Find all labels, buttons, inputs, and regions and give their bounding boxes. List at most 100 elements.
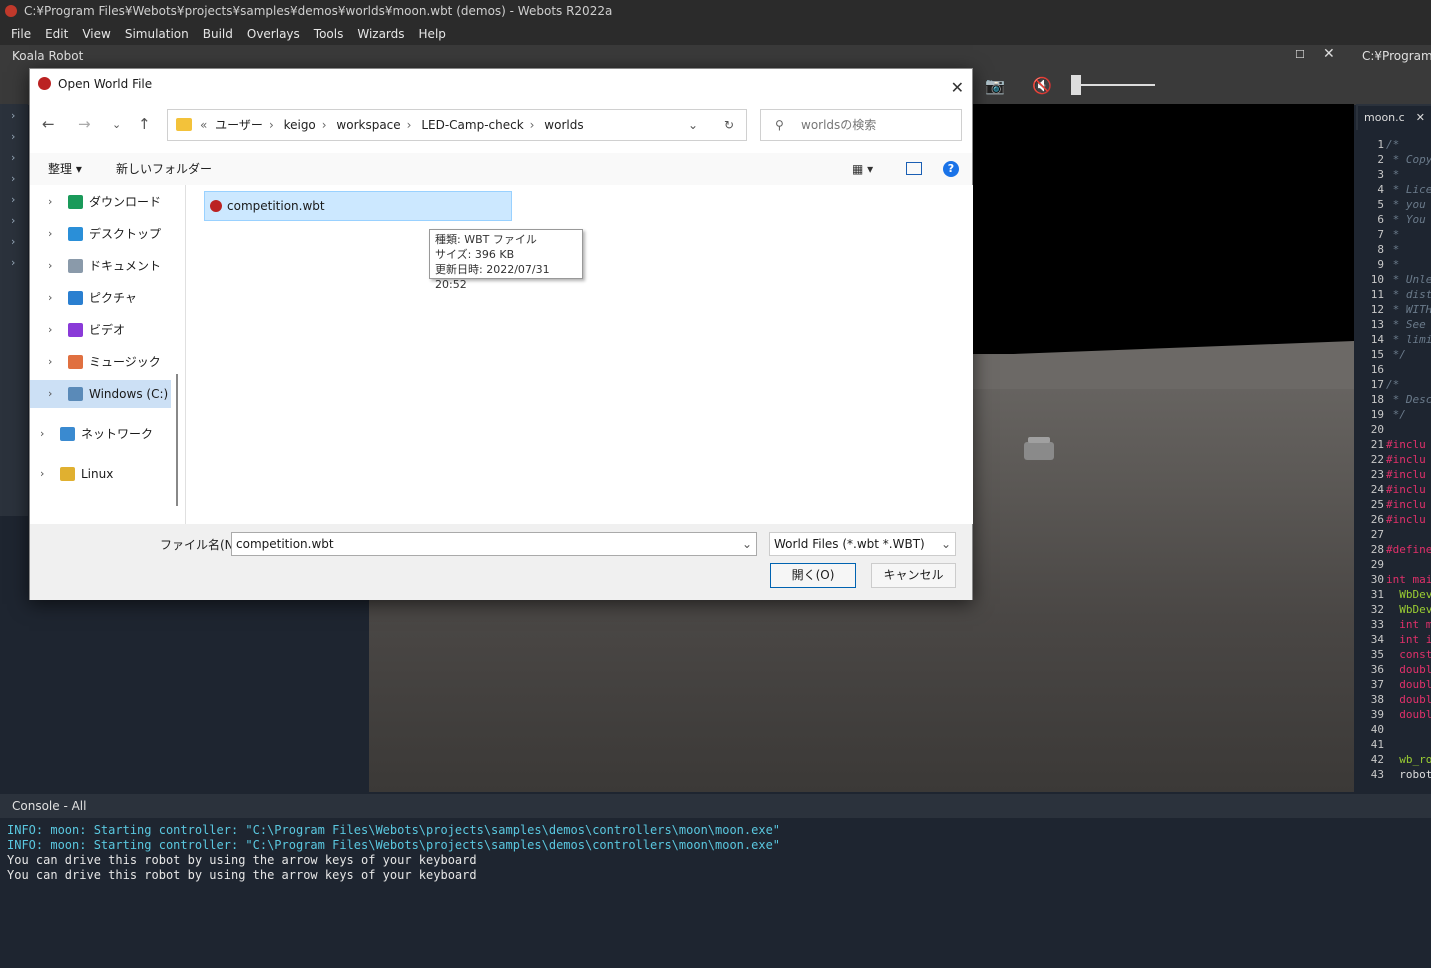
help-icon[interactable]: ? xyxy=(943,161,959,177)
line-number: 40 xyxy=(1370,723,1384,736)
console-output[interactable]: INFO: moon: Starting controller: "C:\Pro… xyxy=(0,818,1431,968)
nav-item-label: ミュージック xyxy=(89,355,161,369)
code-line: * xyxy=(1386,168,1400,181)
menu-item[interactable]: Build xyxy=(196,27,240,41)
chevron-right-icon[interactable]: › xyxy=(11,130,15,143)
volume-slider[interactable] xyxy=(1075,84,1155,86)
open-button[interactable]: 開く(O) xyxy=(770,563,856,588)
forward-arrow-icon[interactable]: → xyxy=(78,115,91,133)
maximize-icon[interactable]: ☐ xyxy=(1295,48,1305,61)
breadcrumb-item[interactable]: workspace xyxy=(336,118,400,132)
line-number: 32 xyxy=(1370,603,1384,616)
menu-item[interactable]: File xyxy=(4,27,38,41)
nav-item[interactable]: › Linux xyxy=(30,460,171,488)
filename-field[interactable]: competition.wbt ⌄ xyxy=(231,532,757,556)
scene-tree-row[interactable]: › xyxy=(0,232,28,252)
volume-slider-thumb[interactable] xyxy=(1071,75,1081,95)
code-line: int mai xyxy=(1386,573,1431,586)
chevron-right-icon[interactable]: › xyxy=(48,220,52,248)
scene-tree[interactable]: › › › › › › › › xyxy=(0,104,28,516)
nav-item[interactable]: › ネットワーク xyxy=(30,420,171,448)
close-icon[interactable]: ✕ xyxy=(1323,46,1335,62)
file-item[interactable]: competition.wbt xyxy=(204,191,512,221)
code-editor[interactable]: 1/* 2 * Copy 3 * 4 * Lice 5 * you 6 * You 7 * 8… xyxy=(1356,130,1431,786)
preview-pane-icon[interactable] xyxy=(906,162,922,175)
chevron-right-icon[interactable]: › xyxy=(11,256,15,269)
breadcrumb-item[interactable]: ユーザー xyxy=(215,118,263,132)
chevron-right-icon[interactable]: › xyxy=(48,348,52,376)
navigation-pane: › ダウンロード › デスクトップ › ドキュメント › ピクチャ › ビデオ › ミュージック › Wi… xyxy=(30,185,171,524)
scene-tree-row[interactable]: › xyxy=(0,190,28,210)
koala-robot[interactable] xyxy=(1024,437,1054,460)
chevron-down-icon[interactable]: ⌄ xyxy=(742,533,752,555)
mute-icon[interactable]: 🔇 xyxy=(1032,76,1052,95)
scene-tree-row[interactable]: › xyxy=(0,211,28,231)
nav-item[interactable]: › ピクチャ xyxy=(30,284,171,312)
menu-item[interactable]: Tools xyxy=(307,27,351,41)
chevron-right-icon[interactable]: › xyxy=(48,252,52,280)
nav-scrollbar[interactable] xyxy=(176,374,178,506)
breadcrumb-item[interactable]: worlds xyxy=(544,118,583,132)
menu-item[interactable]: Help xyxy=(412,27,453,41)
nav-item[interactable]: › Windows (C:) xyxy=(30,380,171,408)
chevron-right-icon[interactable]: › xyxy=(40,460,44,488)
wbt-file-icon xyxy=(210,200,222,212)
nav-item[interactable]: › ビデオ xyxy=(30,316,171,344)
editor-tab[interactable]: moon.c ✕ xyxy=(1358,106,1431,130)
code-line: #inclu xyxy=(1386,438,1426,451)
scene-tree-row[interactable]: › xyxy=(0,148,28,168)
chevron-right-icon[interactable]: › xyxy=(11,172,15,185)
nav-item[interactable]: › デスクトップ xyxy=(30,220,171,248)
search-icon: ⚲ xyxy=(775,118,784,132)
menu-item[interactable]: Simulation xyxy=(118,27,196,41)
breadcrumb-item[interactable]: keigo xyxy=(284,118,316,132)
dialog-close-icon[interactable]: ✕ xyxy=(951,73,964,103)
organize-button[interactable]: 整理 ▾ xyxy=(48,153,82,185)
search-input[interactable]: ⚲ worldsの検索 xyxy=(760,109,962,141)
breadcrumb-item[interactable]: LED-Camp-check xyxy=(421,118,523,132)
line-number: 8 xyxy=(1377,243,1384,256)
nav-item[interactable]: › ミュージック xyxy=(30,348,171,376)
chevron-right-icon[interactable]: › xyxy=(11,214,15,227)
chevron-right-icon[interactable]: › xyxy=(48,380,52,408)
new-folder-button[interactable]: 新しいフォルダー xyxy=(116,153,212,185)
chevron-right-icon[interactable]: › xyxy=(11,235,15,248)
scene-tree-row[interactable]: › xyxy=(0,106,28,126)
chevron-right-icon[interactable]: › xyxy=(11,151,15,164)
cancel-button[interactable]: キャンセル xyxy=(871,563,956,588)
scene-tree-row[interactable]: › xyxy=(0,169,28,189)
chevron-right-icon[interactable]: › xyxy=(48,284,52,312)
chevron-right-icon[interactable]: › xyxy=(11,109,15,122)
chevron-down-icon[interactable]: ⌄ xyxy=(941,533,951,555)
address-bar[interactable]: « ユーザー › keigo › workspace › LED-Camp-check… xyxy=(167,109,747,141)
view-options-icon[interactable]: ▦ ▾ xyxy=(852,153,873,185)
close-tab-icon[interactable]: ✕ xyxy=(1416,106,1425,130)
refresh-icon[interactable]: ↻ xyxy=(724,110,734,140)
camera-icon[interactable]: 📷 xyxy=(985,76,1005,95)
linux-icon xyxy=(60,467,75,481)
up-arrow-icon[interactable]: ↑ xyxy=(138,115,151,133)
recent-dropdown-icon[interactable]: ⌄ xyxy=(112,118,121,131)
scene-tree-title: Koala Robot xyxy=(0,45,370,67)
file-type-select[interactable]: World Files (*.wbt *.WBT) ⌄ xyxy=(769,532,956,556)
tooltip-size: サイズ: 396 KB xyxy=(435,248,515,261)
code-line: * Desc xyxy=(1386,393,1431,406)
menu-item[interactable]: View xyxy=(75,27,117,41)
chevron-right-icon[interactable]: › xyxy=(11,193,15,206)
chevron-down-icon[interactable]: ⌄ xyxy=(688,110,698,140)
nav-item[interactable]: › ドキュメント xyxy=(30,252,171,280)
console-line: INFO: moon: Starting controller: "C:\Pro… xyxy=(7,823,781,837)
menu-item[interactable]: Wizards xyxy=(350,27,411,41)
line-number: 38 xyxy=(1370,693,1384,706)
chevron-right-icon[interactable]: › xyxy=(40,420,44,448)
back-arrow-icon[interactable]: ← xyxy=(42,115,55,133)
menu-item[interactable]: Edit xyxy=(38,27,75,41)
scene-tree-row[interactable]: › xyxy=(0,253,28,273)
code-line: #inclu xyxy=(1386,468,1426,481)
chevron-right-icon[interactable]: › xyxy=(48,188,52,216)
chevron-right-icon[interactable]: › xyxy=(48,316,52,344)
nav-item[interactable]: › ダウンロード xyxy=(30,188,171,216)
code-line: * limi xyxy=(1386,333,1431,346)
menu-item[interactable]: Overlays xyxy=(240,27,307,41)
scene-tree-row[interactable]: › xyxy=(0,127,28,147)
